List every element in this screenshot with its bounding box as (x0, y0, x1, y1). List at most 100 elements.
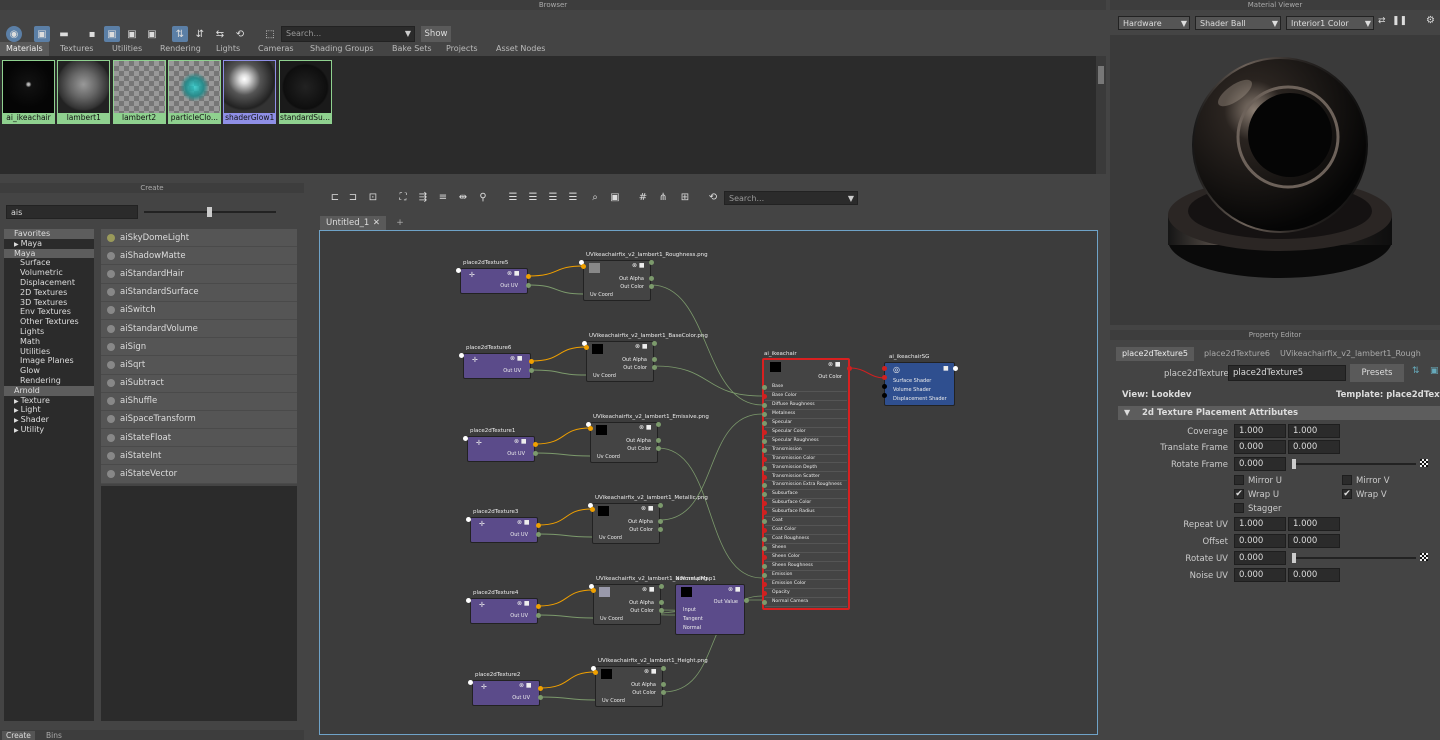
medium-icon[interactable]: ▣ (104, 26, 120, 42)
node-mode-icon[interactable]: ⊗ ■ (519, 682, 532, 689)
checker-icon[interactable] (1420, 459, 1428, 467)
coverage-u-field[interactable]: 1.000 (1234, 424, 1286, 438)
grid-view-icon[interactable]: ▣ (34, 26, 50, 42)
xlarge-icon[interactable]: ▣ (144, 26, 160, 42)
create-node-item[interactable]: aiStandardSurface (101, 284, 297, 302)
create-node-item[interactable]: aiSwitch (101, 302, 297, 320)
node-mode-icon[interactable]: ⊗ ■ (728, 586, 741, 593)
graph-tab-untitled[interactable]: Untitled_1 ✕ (320, 216, 386, 230)
tab-rendering[interactable]: Rendering (154, 42, 207, 56)
noise-u-field[interactable]: 0.000 (1234, 568, 1286, 582)
pe-action-icon[interactable]: ⇅ (1412, 366, 1420, 376)
tree-item[interactable]: ▶ Light (4, 405, 94, 415)
browser-scrollbar[interactable] (1096, 56, 1106, 174)
port-dot[interactable] (762, 581, 767, 587)
port-dot[interactable] (536, 532, 541, 537)
port-dot[interactable] (652, 357, 657, 362)
port-dot[interactable] (649, 276, 654, 281)
shader-attribute[interactable]: Specular Roughness (765, 437, 847, 446)
port-dot[interactable] (658, 527, 663, 532)
node-mode-icon[interactable]: ⊗ ■ (510, 355, 523, 362)
port-dot[interactable] (538, 686, 543, 691)
tree-item[interactable]: Math (4, 337, 94, 347)
translate-frame-u-field[interactable]: 0.000 (1234, 440, 1286, 454)
node-mode-icon[interactable]: ⊗ ■ (828, 361, 841, 368)
node-mode-icon[interactable]: ⊗ ■ (642, 586, 655, 593)
material-swatch[interactable]: particleClo... (167, 60, 221, 124)
create-node-list[interactable]: aiSkyDomeLight aiShadowMatte aiStandardHai… (101, 229, 297, 484)
port-dot[interactable] (659, 608, 664, 613)
port-dot[interactable] (762, 599, 767, 605)
port-dot[interactable] (658, 519, 663, 524)
create-node-item[interactable]: aiSign (101, 338, 297, 357)
port-dot[interactable] (762, 447, 767, 453)
rotate-uv-slider[interactable] (1292, 553, 1416, 563)
file-texture-node[interactable]: UVikeachairfix_v2_lambert1_Normal.png ⊗ ■… (593, 576, 708, 625)
port-dot[interactable] (591, 588, 596, 593)
shader-attribute[interactable]: Specular (765, 419, 847, 428)
port-dot[interactable] (538, 695, 543, 700)
port-dot[interactable] (762, 402, 767, 408)
tree-item[interactable]: ▶ Utility (4, 425, 94, 435)
shader-attribute[interactable]: Coat (765, 517, 847, 527)
sort-type-icon[interactable]: ⇵ (192, 26, 208, 42)
input-connections-icon[interactable]: ⊏ (328, 191, 342, 205)
tree-item[interactable]: Other Textures (4, 317, 94, 327)
create-category-tree[interactable]: Favorites ▶ Maya Maya Surface Volumetric Displ… (4, 229, 94, 721)
tab-projects[interactable]: Projects (440, 42, 484, 56)
frame-selection-icon[interactable]: ⛶ (396, 191, 410, 205)
close-icon[interactable]: ✕ (373, 216, 380, 230)
graph-search-icon[interactable]: ⌕ (588, 191, 602, 205)
port-dot[interactable] (466, 598, 471, 603)
tab-utilities[interactable]: Utilities (106, 42, 148, 56)
material-swatch[interactable]: lambert2 (112, 60, 166, 124)
node-name-field[interactable]: place2dTexture5 (1228, 365, 1346, 381)
port-dot[interactable] (529, 359, 534, 364)
shader-attribute[interactable]: Transmission Extra Roughness (765, 481, 847, 491)
file-texture-node[interactable]: UVikeachairfix_v2_lambert1_Metallic.png ⊗… (592, 495, 708, 544)
create-node-item[interactable]: aiSkyDomeLight (101, 229, 297, 248)
shader-attribute[interactable]: Coat Roughness (765, 535, 847, 545)
port-dot[interactable] (762, 564, 767, 569)
repeat-v-field[interactable]: 1.000 (1288, 517, 1340, 531)
port-dot[interactable] (593, 670, 598, 675)
create-node-item[interactable]: aiSubtract (101, 375, 297, 393)
translate-frame-v-field[interactable]: 0.000 (1288, 440, 1340, 454)
tree-item[interactable]: Surface (4, 258, 94, 268)
port-dot[interactable] (762, 429, 767, 435)
file-texture-node[interactable]: UVikeachairfix_v2_lambert1_Height.png ⊗ ■… (595, 658, 708, 707)
tree-item[interactable]: Env Textures (4, 307, 94, 317)
port-dot[interactable] (762, 572, 767, 578)
align-h-icon[interactable]: ⇹ (456, 191, 470, 205)
tab-lights[interactable]: Lights (210, 42, 246, 56)
graph-canvas[interactable] (319, 230, 1098, 735)
tree-item[interactable]: Maya (4, 248, 94, 259)
tab-create[interactable]: Create (2, 731, 35, 740)
port-dot[interactable] (661, 690, 666, 695)
create-node-item[interactable]: aiStateInt (101, 447, 297, 466)
node-mode-icon[interactable]: ⊗ ■ (514, 438, 527, 445)
material-preview[interactable] (1110, 35, 1440, 325)
file-texture-node[interactable]: UVikeachairfix_v2_lambert1_BaseColor.png… (586, 333, 708, 382)
port-dot[interactable] (882, 375, 887, 380)
port-dot[interactable] (588, 426, 593, 431)
shader-attribute[interactable]: Transmission Scatter (765, 473, 847, 482)
shader-attribute[interactable]: Sheen Color (765, 553, 847, 562)
connected-view-icon[interactable]: ☰ (526, 191, 540, 205)
port-dot[interactable] (581, 264, 586, 269)
node-mode-icon[interactable]: ⊗ ■ (517, 600, 530, 607)
place2d-texture-node[interactable]: place2dTexture2 ✛ ⊗ ■ Out UV (472, 672, 540, 706)
refresh-icon[interactable]: ⟲ (232, 26, 248, 42)
lighting-select[interactable]: Interior1 Color ▼ (1286, 16, 1374, 30)
node-mode-icon[interactable]: ⊗ ■ (507, 270, 520, 277)
material-swatch[interactable]: ai_ikeachair (2, 60, 55, 124)
add-tab-button[interactable]: + (392, 216, 408, 230)
small-icon[interactable]: ▪ (84, 26, 100, 42)
repeat-u-field[interactable]: 1.000 (1234, 517, 1286, 531)
port-dot[interactable] (659, 600, 664, 605)
tree-item[interactable]: Lights (4, 327, 94, 337)
port-dot[interactable] (762, 590, 767, 596)
node-mode-icon[interactable]: ⊗ ■ (517, 519, 530, 526)
gear-icon[interactable]: ⚙ (1426, 15, 1435, 26)
port-dot[interactable] (661, 666, 666, 671)
